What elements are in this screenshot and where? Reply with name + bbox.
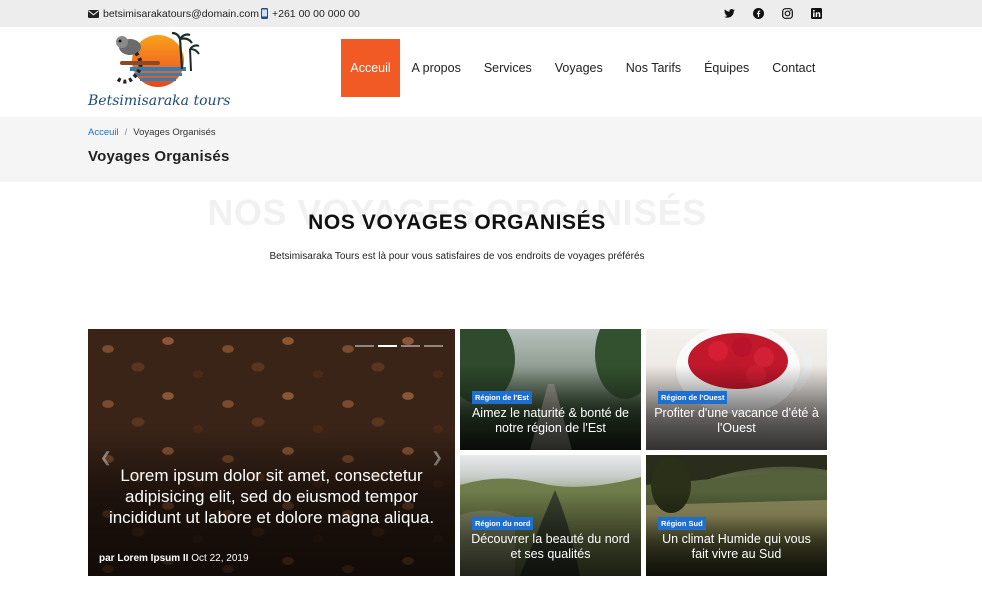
nav-item-a-propos[interactable]: A propos [400,39,472,97]
logo-wordmark: Betsimisaraka tours [88,93,231,109]
featured-slide[interactable]: ❮ ❯ Lorem ipsum dolor sit amet, consecte… [88,329,455,576]
social-links [723,0,822,27]
slider-dots [355,345,443,347]
trip-card-ouest[interactable]: Région de l'Ouest Profiter d'une vacance… [646,329,827,450]
featured-slide-meta: par Lorem Ipsum II Oct 22, 2019 [99,553,249,564]
facebook-icon[interactable] [752,8,764,20]
trip-card-nord[interactable]: Région du nord Découvrer la beauté du no… [460,455,641,576]
trip-card-title[interactable]: Aimez le naturité & bonté de notre régio… [468,406,633,436]
nav-item-equipes[interactable]: Équipes [693,39,761,97]
phone-text[interactable]: +261 00 00 000 00 [272,8,360,20]
region-badge[interactable]: Région de l'Ouest [658,391,728,404]
breadcrumb-separator: / [124,127,128,138]
region-badge[interactable]: Région du nord [472,517,534,530]
envelope-icon [88,9,99,18]
nav-item-services[interactable]: Services [472,39,543,97]
nav-item-contact[interactable]: Contact [761,39,827,97]
twitter-icon[interactable] [723,8,735,20]
instagram-icon[interactable] [781,8,793,20]
nav-item-acceuil[interactable]: Acceuil [341,39,400,97]
slider-dot[interactable] [401,345,420,347]
breadcrumb-home-link[interactable]: Acceuil [88,127,119,138]
slider-dot[interactable] [355,345,374,347]
region-badge[interactable]: Région Sud [658,517,706,530]
featured-slide-author: par Lorem Ipsum II [99,553,189,564]
page-title: Voyages Organisés [88,148,230,165]
site-logo[interactable]: Betsimisaraka tours [88,31,230,113]
featured-slide-date: Oct 22, 2019 [191,553,249,564]
mobile-phone-icon [261,8,268,19]
nav-item-voyages[interactable]: Voyages [543,39,614,97]
featured-slide-title[interactable]: Lorem ipsum dolor sit amet, consectetur … [98,465,445,528]
top-bar: betsimisarakatours@domain.com +261 00 00… [0,0,982,27]
site-header: Betsimisaraka tours Acceuil A propos Ser… [0,27,982,117]
slider-dot-active[interactable] [378,345,397,347]
slider-dot[interactable] [424,345,443,347]
region-badge[interactable]: Région de l'Est [472,391,532,404]
section-title: NOS VOYAGES ORGANISÉS [308,211,606,234]
trip-card-sud[interactable]: Région Sud Un climat Humide qui vous fai… [646,455,827,576]
page-header-band: Acceuil / Voyages Organisés Voyages Organi… [0,117,982,182]
email-contact[interactable]: betsimisarakatours@domain.com [88,0,259,27]
email-text[interactable]: betsimisarakatours@domain.com [103,8,259,20]
breadcrumb: Acceuil / Voyages Organisés [88,127,216,138]
section-subtitle: Betsimisaraka Tours est là pour vous sat… [269,251,645,262]
trip-card-est[interactable]: Région de l'Est Aimez le naturité & bont… [460,329,641,450]
trip-card-title[interactable]: Un climat Humide qui vous fait vivre au … [654,532,819,562]
trip-card-title[interactable]: Découvrer la beauté du nord et ses quali… [468,532,633,562]
breadcrumb-current: Voyages Organisés [133,127,216,138]
phone-contact[interactable]: +261 00 00 000 00 [261,0,360,27]
logo-graphic [116,31,200,87]
nav-item-nos-tarifs[interactable]: Nos Tarifs [614,39,692,97]
linkedin-icon[interactable] [810,8,822,20]
main-nav: Acceuil A propos Services Voyages Nos Ta… [341,39,827,97]
trip-card-title[interactable]: Profiter d'une vacance d'été à l'Ouest [654,406,819,436]
